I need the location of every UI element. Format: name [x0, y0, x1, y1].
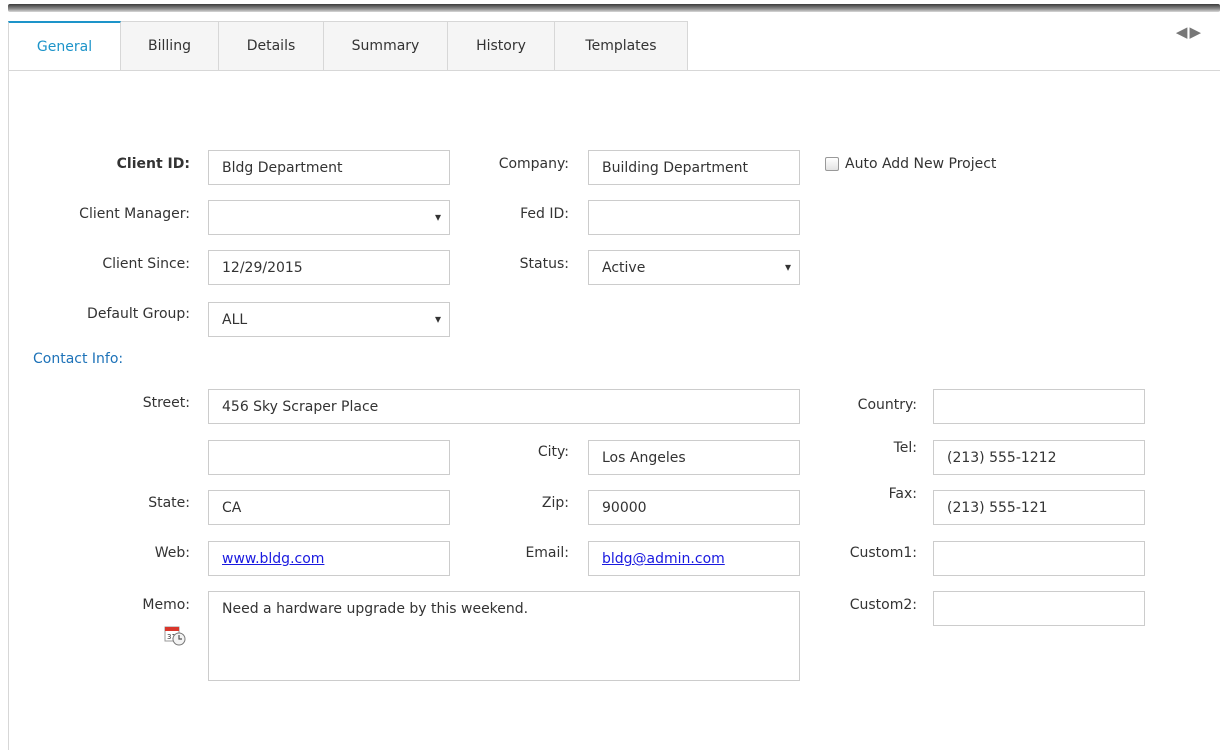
- client-manager-label: Client Manager:: [79, 206, 190, 222]
- fed-id-label: Fed ID:: [520, 206, 569, 222]
- web-label: Web:: [154, 545, 190, 561]
- custom2-label: Custom2:: [849, 597, 917, 613]
- custom2-input[interactable]: [933, 591, 1145, 626]
- default-group-label: Default Group:: [87, 306, 190, 322]
- zip-label: Zip:: [541, 495, 569, 511]
- status-select[interactable]: Active: [588, 250, 800, 285]
- auto-add-label: Auto Add New Project: [845, 156, 997, 172]
- state-label: State:: [148, 495, 190, 511]
- street-input[interactable]: 456 Sky Scraper Place: [208, 389, 800, 424]
- auto-add-checkbox[interactable]: [825, 157, 839, 171]
- status-label: Status:: [519, 256, 569, 272]
- tab-summary[interactable]: Summary: [324, 21, 448, 70]
- email-input[interactable]: bldg@admin.com: [588, 541, 800, 576]
- email-label: Email:: [525, 545, 569, 561]
- client-manager-select[interactable]: [208, 200, 450, 235]
- custom1-input[interactable]: [933, 541, 1145, 576]
- company-input[interactable]: Building Department: [588, 150, 800, 185]
- memo-label: Memo:: [142, 597, 190, 613]
- email-link[interactable]: bldg@admin.com: [602, 551, 725, 567]
- web-link[interactable]: www.bldg.com: [222, 551, 324, 567]
- fed-id-input[interactable]: [588, 200, 800, 235]
- tel-input[interactable]: (213) 555-1212: [933, 440, 1145, 475]
- default-group-select[interactable]: ALL: [208, 302, 450, 337]
- window-top-bar: [8, 4, 1220, 12]
- client-since-input[interactable]: 12/29/2015: [208, 250, 450, 285]
- calendar-clock-icon[interactable]: 31: [164, 624, 186, 646]
- custom1-label: Custom1:: [849, 545, 917, 561]
- tab-general[interactable]: General: [8, 21, 121, 71]
- tab-history[interactable]: History: [448, 21, 555, 70]
- city-label: City:: [537, 444, 569, 460]
- zip-input[interactable]: 90000: [588, 490, 800, 525]
- client-id-label: Client ID:: [116, 156, 190, 172]
- fax-input[interactable]: (213) 555-121: [933, 490, 1145, 525]
- web-input[interactable]: www.bldg.com: [208, 541, 450, 576]
- fax-label: Fax:: [888, 486, 917, 502]
- arrow-left-icon[interactable]: ◀: [1176, 23, 1190, 41]
- city-input[interactable]: Los Angeles: [588, 440, 800, 475]
- street-label: Street:: [142, 395, 190, 411]
- client-id-input[interactable]: Bldg Department: [208, 150, 450, 185]
- tab-details[interactable]: Details: [219, 21, 324, 70]
- tel-label: Tel:: [893, 440, 917, 456]
- state-input[interactable]: CA: [208, 490, 450, 525]
- tab-templates[interactable]: Templates: [555, 21, 688, 70]
- contact-info-heading: Contact Info:: [33, 351, 124, 367]
- arrow-right-icon[interactable]: ▶: [1189, 23, 1203, 41]
- memo-textarea[interactable]: Need a hardware upgrade by this weekend.: [208, 591, 800, 681]
- tab-billing[interactable]: Billing: [121, 21, 219, 70]
- street-line2-input[interactable]: [208, 440, 450, 475]
- client-since-label: Client Since:: [102, 256, 190, 272]
- country-label: Country:: [857, 397, 917, 413]
- company-label: Company:: [498, 156, 569, 172]
- country-input[interactable]: [933, 389, 1145, 424]
- tab-scroll-arrows: ◀▶: [1176, 23, 1203, 41]
